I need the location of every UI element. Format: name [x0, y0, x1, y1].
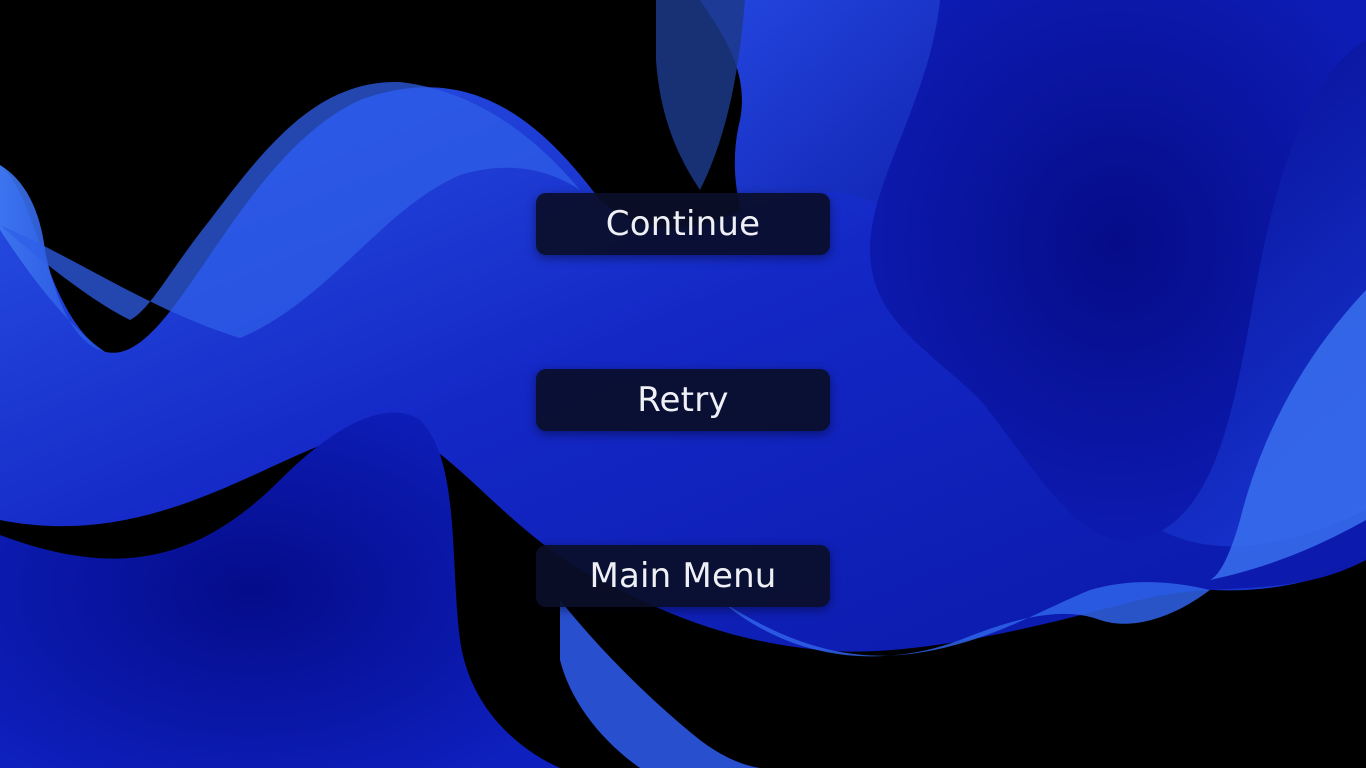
game-screen: Continue Retry Main Menu — [0, 0, 1366, 768]
main-menu-button[interactable]: Main Menu — [536, 545, 830, 607]
continue-button[interactable]: Continue — [536, 193, 830, 255]
pause-menu: Continue Retry Main Menu — [536, 0, 832, 768]
retry-button[interactable]: Retry — [536, 369, 830, 431]
